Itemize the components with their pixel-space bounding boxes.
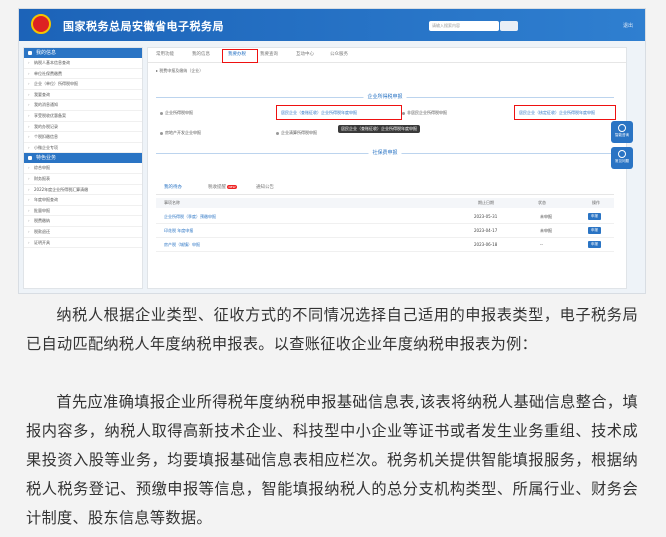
sidebar-section-head[interactable]: 特色业务 <box>24 153 142 164</box>
row-date: 2023-05-31 <box>474 214 498 219</box>
row-status: 未申报 <box>540 214 552 219</box>
sidebar-item[interactable]: 年度申报查询 <box>24 195 142 206</box>
sidebar-item[interactable]: 2022年度企业所得税汇算清缴 <box>24 185 142 196</box>
tab-item[interactable]: 公众服务 <box>330 51 348 57</box>
paragraph-2: 首先应准确填报企业所得税年度纳税申报基础信息表,该表将纳税人基础信息整合，填报内… <box>26 393 638 527</box>
section-social: 社保费申报 <box>156 148 614 158</box>
sidebar-item[interactable]: 综合申报 <box>24 163 142 174</box>
table-row: 印花税 年度申报 2023-04-17 未申报 申报 <box>156 224 614 238</box>
row1-mid[interactable]: 非居民企业所得税申报 <box>402 110 447 116</box>
row-action-button[interactable]: 申报 <box>588 213 601 220</box>
sidebar-item[interactable]: 我的办税记录 <box>24 122 142 133</box>
paragraph-1: 纳税人根据企业类型、征收方式的不同情况选择自己适用的申报表类型，电子税务局已自动… <box>26 306 638 353</box>
emblem-icon <box>31 14 51 34</box>
tab-item[interactable]: 互动中心 <box>296 51 314 57</box>
site-title: 国家税务总局安徽省电子税务局 <box>63 20 224 33</box>
todo-tabs: 我的待办 税收提醒 NEW 通知公告 <box>156 182 614 195</box>
link-audit-annual[interactable]: 居民企业（查账征收）企业所得税年度申报 <box>281 110 357 116</box>
sidebar-item[interactable]: 企业（单位）所得税申报 <box>24 79 142 90</box>
tab-item[interactable]: 我要查询 <box>260 51 278 57</box>
float-faq-button[interactable]: 常见问题 <box>611 147 633 169</box>
row-date: 2023-06-18 <box>474 242 498 247</box>
sidebar-item[interactable]: 我要查询 <box>24 90 142 101</box>
row-name: 印花税 年度申报 <box>164 228 194 233</box>
tab-item[interactable]: 常用功能 <box>156 51 174 57</box>
breadcrumb: ▸ 税费申报及缴纳（企业） <box>156 68 204 73</box>
row-name: 房产税（城镇）申报 <box>164 242 200 247</box>
tab-item[interactable]: 我的信息 <box>192 51 210 57</box>
sidebar-item[interactable]: 享受税收优惠备案 <box>24 111 142 122</box>
row-date: 2023-04-17 <box>474 228 498 233</box>
subtab-todo[interactable]: 我的待办 <box>164 184 182 190</box>
sidebar-item[interactable]: 我的消息通知 <box>24 100 142 111</box>
sidebar-item[interactable]: 税款退还 <box>24 227 142 238</box>
table-header: 事项名称 期止日期 状态 操作 <box>156 198 614 208</box>
sidebar-item[interactable]: 批量申报 <box>24 206 142 217</box>
sidebar-item[interactable]: 小微企业专项 <box>24 143 142 154</box>
tooltip: 居民企业（查账征收）企业所得税年度申报 <box>338 125 420 133</box>
main-panel: 常用功能 我的信息 我要办税 我要查询 互动中心 公众服务 ▸ 税费申报及缴纳（企业） 企… <box>147 47 627 289</box>
sidebar-item[interactable]: 纳税人基本信息查询 <box>24 58 142 69</box>
sidebar-item[interactable]: 税费缴纳 <box>24 216 142 227</box>
sidebar-item[interactable]: 证明开具 <box>24 238 142 249</box>
highlight-box <box>222 49 258 63</box>
subtab-remind[interactable]: 税收提醒 NEW <box>208 184 237 190</box>
row2-mid[interactable]: 企业清算所得税申报 <box>276 130 317 136</box>
row-name: 企业所得税（季度）预缴申报 <box>164 214 216 219</box>
row-status: -- <box>540 242 543 247</box>
row-action-button[interactable]: 申报 <box>588 227 601 234</box>
search-icon[interactable] <box>500 21 518 31</box>
sidebar-item[interactable]: 财务报表 <box>24 174 142 185</box>
float-consult-button[interactable]: 智能咨询 <box>611 121 633 143</box>
site-header: 国家税务总局安徽省电子税务局 请输入搜索内容 退出 <box>19 9 645 41</box>
row-status: 未申报 <box>540 228 552 233</box>
table-row: 企业所得税（季度）预缴申报 2023-05-31 未申报 申报 <box>156 210 614 224</box>
search-input[interactable]: 请输入搜索内容 <box>429 21 499 31</box>
row2-left[interactable]: 房地产开发企业申报 <box>160 130 201 136</box>
subtab-notice[interactable]: 通知公告 <box>256 184 274 190</box>
sidebar: 我的信息 纳税人基本信息查询单位社保费缴费企业（单位）所得税申报我要查询我的消息… <box>23 47 143 289</box>
sidebar-section-head[interactable]: 我的信息 <box>24 48 142 58</box>
link-verified-annual[interactable]: 居民企业（核定征收）企业所得税年度申报 <box>519 110 595 116</box>
sidebar-item[interactable]: 单位社保费缴费 <box>24 69 142 80</box>
section-enterprise: 企业所得税申报 <box>156 92 614 102</box>
main-tabs: 常用功能 我的信息 我要办税 我要查询 互动中心 公众服务 <box>148 48 626 63</box>
logout-link[interactable]: 退出 <box>623 22 633 29</box>
screenshot-figure: 国家税务总局安徽省电子税务局 请输入搜索内容 退出 我的信息 纳税人基本信息查询… <box>18 8 646 294</box>
sidebar-item[interactable]: 个税扣缴信息 <box>24 132 142 143</box>
row1-left[interactable]: 企业所得税申报 <box>160 110 193 116</box>
row-action-button[interactable]: 申报 <box>588 241 601 248</box>
table-row: 房产税（城镇）申报 2023-06-18 -- 申报 <box>156 238 614 252</box>
